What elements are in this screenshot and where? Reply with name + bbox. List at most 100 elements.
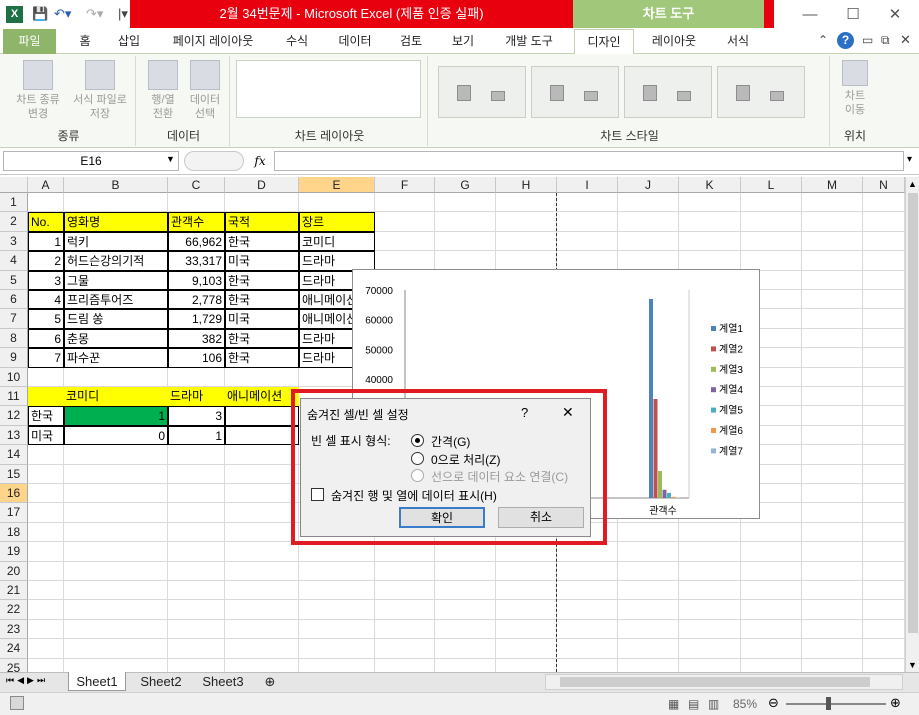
col-header-m[interactable]: M [802,177,863,193]
zoom-slider[interactable] [786,703,886,705]
table-cell[interactable]: 드림 쏭 [64,309,168,329]
summary-cell[interactable]: 한국 [28,406,64,426]
tab-page-layout[interactable]: 페이지 레이아웃 [163,29,263,54]
macro-record-icon[interactable] [10,696,24,710]
table-cell[interactable]: 33,317 [168,251,225,271]
row-header-13[interactable]: 13 [0,425,28,446]
table-cell[interactable]: 1,729 [168,309,225,329]
ok-button[interactable]: 확인 [399,507,485,528]
table-cell[interactable]: 미국 [225,309,299,329]
formula-expand-handle[interactable] [184,151,244,171]
tab-review[interactable]: 검토 [396,29,426,54]
row-header-4[interactable]: 4 [0,251,28,271]
horizontal-scrollbar[interactable] [545,674,903,690]
select-all-corner[interactable] [0,177,28,193]
row-header-18[interactable]: 18 [0,522,28,543]
table-header-cell[interactable]: 영화명 [64,212,168,232]
switch-row-column-button[interactable]: 행/열 전환 [142,60,184,121]
row-header-9[interactable]: 9 [0,348,28,368]
sheet-tab-3[interactable]: Sheet3 [195,672,251,691]
tab-file[interactable]: 파일 [3,29,56,54]
save-as-template-button[interactable]: 서식 파일로 저장 [66,60,134,121]
scroll-down-icon[interactable]: ▼ [908,660,917,670]
legend-entry[interactable]: 계열6 [719,425,743,437]
col-header-k[interactable]: K [679,177,741,193]
row-header-5[interactable]: 5 [0,270,28,290]
row-header-10[interactable]: 10 [0,367,28,387]
chart-style-4[interactable] [717,66,805,118]
col-header-a[interactable]: A [28,177,64,193]
tab-layout[interactable]: 레이아웃 [646,29,702,54]
maximize-icon[interactable]: ☐ [838,4,868,26]
change-chart-type-button[interactable]: 차트 종류 변경 [6,60,70,121]
row-header-24[interactable]: 24 [0,639,28,659]
table-cell[interactable]: 2,778 [168,290,225,310]
col-header-n[interactable]: N [863,177,905,193]
table-header-cell[interactable]: 장르 [299,212,375,232]
scroll-thumb[interactable] [908,193,918,633]
tab-insert[interactable]: 삽입 [112,29,146,54]
tab-view[interactable]: 보기 [448,29,478,54]
zoom-in-icon[interactable]: ⊕ [890,695,901,711]
table-header-cell[interactable]: 국적 [225,212,299,232]
normal-view-icon[interactable]: ▦ [668,697,679,711]
summary-header-cell[interactable]: 코미디 [64,387,168,407]
formula-input[interactable] [274,151,904,171]
excel-icon[interactable]: X [6,6,23,23]
zoom-level[interactable]: 85% [733,697,757,711]
row-header-8[interactable]: 8 [0,328,28,349]
table-cell[interactable]: 4 [28,290,64,310]
table-cell[interactable]: 럭키 [64,231,168,252]
table-cell[interactable]: 66,962 [168,231,225,252]
zoom-slider-thumb[interactable] [826,697,831,710]
page-break-view-icon[interactable]: ▥ [708,697,719,711]
table-cell[interactable]: 6 [28,328,64,349]
doc-close-icon[interactable]: ✕ [900,32,911,48]
new-sheet-icon[interactable]: ⊕ [260,672,280,691]
col-header-f[interactable]: F [375,177,435,193]
row-header-22[interactable]: 22 [0,600,28,620]
table-cell[interactable]: 그물 [64,270,168,290]
table-cell[interactable]: 미국 [225,251,299,271]
name-box[interactable]: E16 [3,151,179,171]
sheet-tab-2[interactable]: Sheet2 [132,672,190,691]
table-cell[interactable]: 2 [28,251,64,271]
row-header-1[interactable]: 1 [0,193,28,213]
row-header-23[interactable]: 23 [0,619,28,640]
chart-style-2[interactable] [531,66,619,118]
table-cell[interactable]: 한국 [225,270,299,290]
table-cell[interactable]: 한국 [225,348,299,368]
help-icon[interactable]: ? [837,32,854,49]
col-header-h[interactable]: H [496,177,557,193]
cancel-button[interactable]: 취소 [498,507,584,528]
row-header-2[interactable]: 2 [0,212,28,232]
undo-icon[interactable]: ↶▾ [54,6,71,22]
table-cell[interactable]: 9,103 [168,270,225,290]
formula-expand-icon[interactable]: ▾ [907,154,912,165]
col-header-e[interactable]: E [299,177,375,193]
dialog-close-button[interactable]: ✕ [562,404,574,421]
table-cell[interactable]: 106 [168,348,225,368]
zero-radio-label[interactable]: 0으로 처리(Z) [431,451,501,468]
table-cell[interactable]: 한국 [225,231,299,252]
row-header-6[interactable]: 6 [0,290,28,310]
move-chart-button[interactable]: 차트 이동 [836,60,874,117]
tab-developer[interactable]: 개발 도구 [497,29,561,54]
summary-header-cell[interactable]: 애니메이션 [225,387,299,407]
gap-radio[interactable] [411,434,424,447]
chart-style-1[interactable] [438,66,526,118]
legend-entry[interactable]: 계열7 [719,445,743,457]
row-header-16[interactable]: 16 [0,484,28,504]
legend-entry[interactable]: 계열5 [719,405,743,417]
minimize-icon[interactable]: — [795,4,825,26]
table-cell[interactable]: 프리즘투어즈 [64,290,168,310]
table-cell[interactable]: 허드슨강의기적 [64,251,168,271]
tab-formulas[interactable]: 수식 [280,29,314,54]
minimize-ribbon-icon[interactable]: ⌃ [818,33,828,47]
col-header-g[interactable]: G [435,177,496,193]
row-header-21[interactable]: 21 [0,581,28,601]
table-cell[interactable]: 382 [168,328,225,349]
chart-bar[interactable] [667,492,671,498]
col-header-d[interactable]: D [225,177,299,193]
show-hidden-checkbox[interactable] [311,488,324,501]
